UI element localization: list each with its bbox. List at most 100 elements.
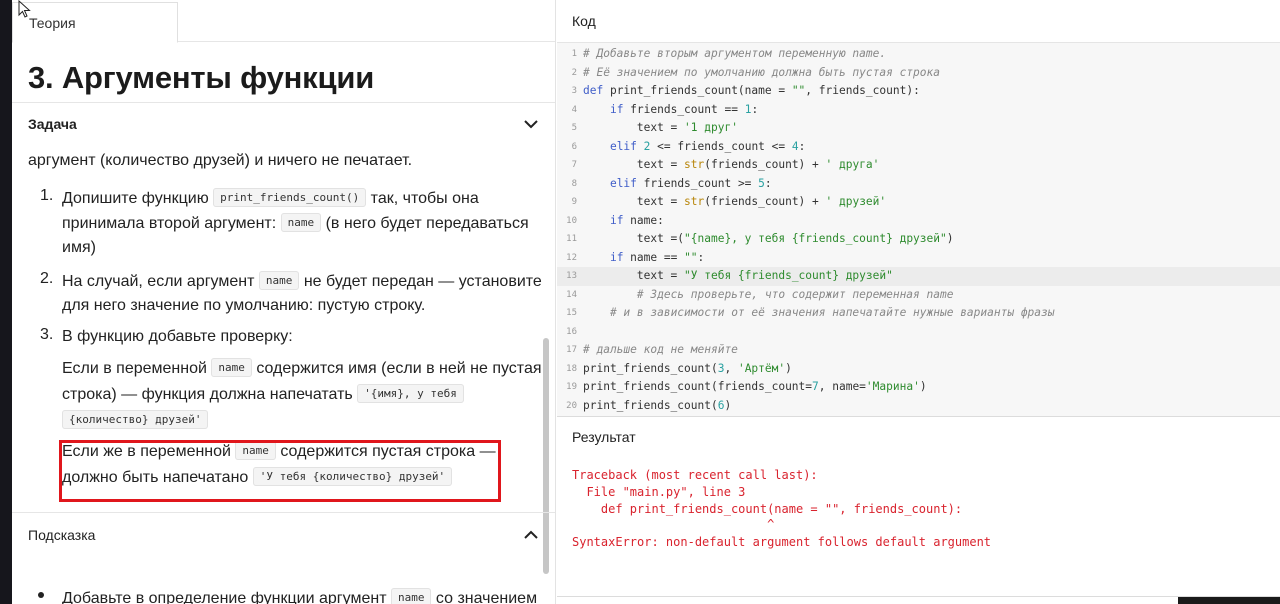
list-item-line: В функцию добавьте проверку: — [62, 324, 293, 349]
traceback-line: ^ — [572, 517, 775, 531]
text-span: имя) — [62, 239, 96, 256]
chevron-down-icon[interactable] — [522, 115, 540, 133]
line-number: 1 — [571, 49, 577, 59]
list-item-line: для него значение по умолчанию: пустую с… — [62, 293, 425, 318]
tab-bar: Теория — [12, 0, 555, 43]
code-text: # Здесь проверьте, что содержит переменн… — [636, 287, 954, 301]
text-span: (в него будет передаваться — [321, 215, 529, 232]
code-line[interactable]: 9 text = str(friends_count) + ' друзей' — [557, 193, 1280, 212]
text-span: Добавьте в определение функции аргумент — [62, 590, 391, 604]
code-text: text = str(friends_count) + ' друзей' — [583, 195, 887, 208]
code-line[interactable]: 17 # дальше код не меняйте — [557, 341, 1280, 360]
code-line[interactable]: 19 print_friends_count(friends_count=7, n… — [557, 378, 1280, 397]
line-number: 19 — [566, 382, 577, 392]
line-number: 16 — [566, 326, 577, 337]
code-text: # дальше код не меняйте — [583, 343, 738, 356]
result-header: Результат — [572, 429, 636, 445]
code-line[interactable]: 6 elif 2 <= friends_count <= 4: — [557, 138, 1280, 157]
code-header: Код — [572, 13, 596, 29]
task-section-header[interactable]: Задача — [28, 109, 540, 139]
sub-item-line: Если в переменной name содержится имя (е… — [62, 355, 542, 381]
code-line[interactable]: 3 def print_friends_count(name = "", frie… — [557, 82, 1280, 101]
hint-line: Добавьте в определение функции аргумент … — [62, 585, 537, 604]
bottom-dark-block — [1178, 597, 1280, 604]
theory-panel: Теория 3. Аргументы функции Задача аргум… — [12, 0, 556, 604]
sub-item-line: {количество} друзей' — [62, 407, 209, 433]
line-number: 14 — [566, 289, 577, 300]
code-line[interactable]: 4 if friends_count == 1: — [557, 101, 1280, 120]
code-text: if name == "": — [609, 250, 705, 264]
code-line[interactable]: 2 # Её значением по умолчанию должна быть… — [557, 64, 1280, 83]
code-text: text = "У тебя {friends_count} друзей" — [583, 269, 893, 282]
code-line[interactable]: 16 — [557, 323, 1280, 342]
code-line[interactable]: 10 if name: — [557, 212, 1280, 231]
code-line[interactable]: 18 print_friends_count(3, 'Артём') — [557, 360, 1280, 379]
line-number: 17 — [566, 345, 577, 355]
list-number: 1. — [40, 187, 54, 204]
code-line[interactable]: 20 print_friends_count(6) — [557, 397, 1280, 416]
list-number: 2. — [40, 270, 54, 287]
text-span: не будет передан — установите — [299, 273, 542, 290]
code-line[interactable]: 8 elif friends_count >= 5: — [557, 175, 1280, 194]
code-line[interactable]: 14 # Здесь проверьте, что содержит перем… — [557, 286, 1280, 305]
code-editor[interactable]: 1 # Добавьте вторым аргументом переменную… — [557, 42, 1280, 416]
code-line[interactable]: 11 text =("{name}, у тебя {friends_count… — [557, 230, 1280, 249]
line-number: 10 — [566, 215, 577, 226]
list-item-line: имя) — [62, 235, 96, 260]
code-text: # и в зависимости от её значения напечат… — [609, 306, 1055, 319]
text-span: для него значение по умолчанию: пустую с… — [62, 297, 426, 314]
hint-section-header[interactable]: Подсказка — [28, 520, 540, 550]
inline-code: name — [211, 358, 252, 377]
tab-theory-label: Теория — [29, 15, 76, 31]
tab-theory[interactable]: Теория — [12, 2, 178, 43]
highlight-box — [59, 440, 501, 502]
traceback-line: SyntaxError: non-default argument follow… — [572, 535, 992, 549]
left-dark-strip — [0, 0, 12, 604]
code-line[interactable]: 13 text = "У тебя {friends_count} друзей… — [557, 267, 1280, 286]
mouse-pointer-icon — [18, 0, 31, 18]
line-number: 11 — [566, 234, 577, 244]
text-span: На случай, если аргумент — [62, 273, 259, 290]
text-span: со значением — [431, 590, 538, 604]
text-span: так, чтобы она — [366, 190, 479, 207]
bottom-bar — [557, 596, 1280, 604]
line-number: 20 — [566, 400, 577, 411]
line-number: 13 — [566, 271, 577, 281]
code-text: text = str(friends_count) + ' друга' — [583, 158, 880, 171]
code-line[interactable]: 1 # Добавьте вторым аргументом переменную… — [557, 45, 1280, 64]
text-span: В функцию добавьте проверку: — [62, 328, 293, 345]
task-section-title: Задача — [28, 116, 77, 132]
text-span: принимала второй аргумент: — [62, 215, 281, 232]
code-text: # Её значением по умолчанию должна быть … — [583, 65, 940, 79]
list-item-line: принимала второй аргумент: name (в него … — [62, 210, 529, 236]
line-number: 5 — [571, 123, 577, 133]
code-text: print_friends_count(friends_count=7, nam… — [583, 380, 927, 393]
task-intro-text: аргумент (количество друзей) и ничего не… — [28, 152, 413, 169]
inline-code: name — [390, 588, 432, 604]
code-text: # Добавьте вторым аргументом переменную … — [583, 47, 887, 60]
divider — [12, 512, 555, 513]
text-span: Если в переменной — [62, 360, 212, 377]
code-line[interactable]: 5 text = '1 друг' — [557, 119, 1280, 138]
code-text: if name: — [609, 213, 664, 227]
inline-code: name — [280, 213, 322, 232]
line-number: 15 — [566, 308, 577, 318]
text-span: строка) — функция должна напечатать — [62, 386, 358, 403]
code-text: def print_friends_count(name = "", frien… — [583, 84, 920, 97]
code-text: elif friends_count >= 5: — [609, 176, 772, 190]
line-number: 7 — [571, 160, 577, 170]
line-number: 8 — [571, 178, 577, 189]
code-text: print_friends_count(3, 'Артём') — [583, 361, 792, 375]
code-line[interactable]: 7 text = str(friends_count) + ' друга' — [557, 156, 1280, 175]
inline-code: '{имя}, у тебя — [357, 384, 464, 403]
code-line[interactable]: 15 # и в зависимости от её значения напе… — [557, 304, 1280, 323]
line-number: 6 — [571, 141, 577, 152]
list-item-line: Допишите функцию print_friends_count() т… — [62, 185, 479, 211]
inline-code: print_friends_count() — [213, 188, 367, 207]
code-line[interactable]: 12 if name == "": — [557, 249, 1280, 268]
bullet-icon — [38, 592, 44, 598]
scrollbar-thumb[interactable] — [543, 338, 549, 574]
traceback-line: File "main.py", line 3 — [572, 485, 746, 499]
chevron-up-icon[interactable] — [522, 526, 540, 544]
page-title: 3. Аргументы функции — [28, 60, 375, 95]
